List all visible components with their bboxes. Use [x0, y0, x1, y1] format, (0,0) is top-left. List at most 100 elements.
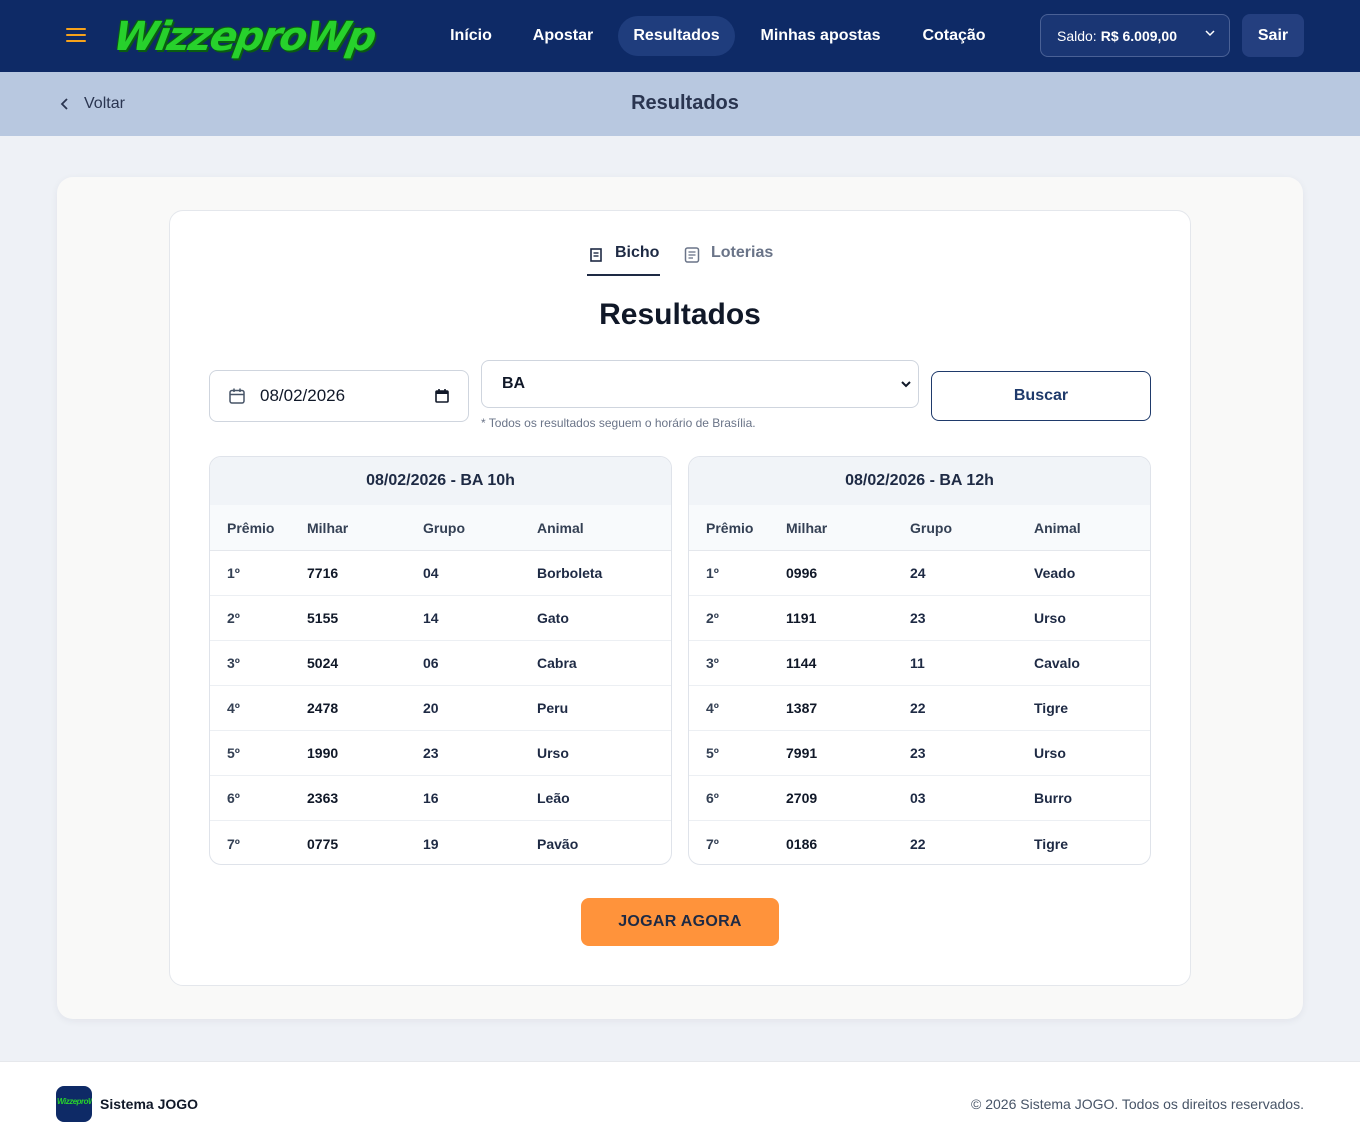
premio-cell: 6º [706, 790, 719, 806]
animal-cell: Urso [1034, 610, 1066, 626]
state-select[interactable]: BA [481, 360, 919, 408]
milhar-cell: 0996 [786, 565, 818, 581]
milhar-cell: 1990 [307, 745, 339, 761]
table-row: 2º 5155 14 Gato [210, 596, 671, 641]
milhar-cell: 1387 [786, 700, 818, 716]
logo-text: WizzeproWp [109, 14, 379, 60]
result-rows: 1º 0996 24 Veado 2º 1191 23 Urso 3º 1144 11 Cavalo 4… [689, 551, 1150, 864]
premio-cell: 1º [227, 565, 240, 581]
result-table-2: 08/02/2026 - BA 12h Prêmio Milhar Grupo … [688, 456, 1151, 865]
receipt-icon [590, 248, 602, 262]
table-row: 7º 0775 19 Pavão [210, 821, 671, 864]
table-row: 7º 0186 22 Tigre [689, 821, 1150, 864]
calendar-icon [229, 388, 245, 404]
table-row: 3º 5024 06 Cabra [210, 641, 671, 686]
grupo-cell: 11 [910, 655, 925, 671]
animal-cell: Gato [537, 610, 569, 626]
page-title: Resultados [599, 298, 761, 331]
grupo-cell: 06 [423, 655, 439, 671]
grupo-cell: 23 [910, 745, 926, 761]
play-now-button[interactable]: JOGAR AGORA [581, 898, 779, 946]
premio-cell: 3º [706, 655, 719, 671]
balance-label: Saldo: [1057, 27, 1097, 44]
milhar-cell: 0186 [786, 835, 818, 852]
table-row: 2º 1191 23 Urso [689, 596, 1150, 641]
animal-cell: Cavalo [1034, 655, 1080, 671]
search-button[interactable]: Buscar [931, 371, 1151, 421]
premio-cell: 5º [227, 745, 240, 761]
table-row: 5º 1990 23 Urso [210, 731, 671, 776]
milhar-cell: 2363 [307, 790, 339, 806]
grupo-cell: 23 [423, 745, 439, 761]
animal-cell: Veado [1034, 565, 1076, 581]
premio-cell: 4º [706, 700, 719, 716]
milhar-cell: 5024 [307, 655, 339, 671]
footer-logo-text: WizzeproWp [57, 1097, 92, 1106]
premio-cell: 1º [706, 565, 719, 581]
brand-logo[interactable]: WizzeproWp [110, 8, 386, 66]
premio-cell: 6º [227, 790, 240, 806]
animal-cell: Tigre [1034, 700, 1068, 716]
grupo-cell: 22 [910, 835, 926, 852]
date-value: 08/02/2026 [260, 386, 346, 405]
grupo-cell: 14 [423, 610, 439, 626]
grupo-cell: 19 [423, 835, 439, 852]
col-milhar: Milhar [307, 519, 349, 536]
table-header-row: Prêmio Milhar Grupo Animal [689, 505, 1150, 551]
result-rows: 1º 7716 04 Borboleta 2º 5155 14 Gato 3º 5024 06 Cab… [210, 551, 671, 864]
premio-cell: 7º [227, 835, 240, 852]
nav-apostar[interactable]: Apostar [520, 16, 606, 56]
premio-cell: 2º [706, 610, 719, 626]
calendar-picker-icon[interactable] [434, 388, 450, 404]
animal-cell: Urso [537, 745, 569, 761]
top-navbar: WizzeproWp Início Apostar Resultados Min… [0, 0, 1360, 72]
table-row: 4º 1387 22 Tigre [689, 686, 1150, 731]
grupo-cell: 24 [910, 565, 926, 581]
date-field[interactable]: 08/02/2026 [209, 370, 469, 422]
milhar-cell: 2478 [307, 700, 339, 716]
grupo-cell: 20 [423, 700, 439, 716]
grupo-cell: 16 [423, 790, 439, 806]
menu-icon[interactable] [66, 28, 86, 44]
milhar-cell: 0775 [307, 835, 339, 852]
grupo-cell: 23 [910, 610, 926, 626]
milhar-cell: 1191 [786, 610, 817, 626]
table-row: 1º 0996 24 Veado [689, 551, 1150, 596]
grupo-cell: 03 [910, 790, 926, 806]
col-milhar: Milhar [786, 519, 828, 536]
result-table-title: 08/02/2026 - BA 12h [689, 457, 1150, 505]
col-premio: Prêmio [227, 519, 275, 536]
table-row: 1º 7716 04 Borboleta [210, 551, 671, 596]
nav-inicio[interactable]: Início [436, 16, 506, 56]
logout-button[interactable]: Sair [1242, 14, 1304, 57]
milhar-cell: 7716 [307, 565, 339, 581]
premio-cell: 7º [706, 835, 719, 852]
state-select-value: BA [502, 375, 526, 392]
col-animal: Animal [537, 519, 584, 536]
balance-dropdown[interactable]: Saldo: R$ 6.009,00 [1040, 14, 1230, 57]
footer: WizzeproWp Sistema JOGO © 2026 Sistema J… [0, 1061, 1360, 1145]
chevron-down-icon [1205, 30, 1215, 37]
premio-cell: 2º [227, 610, 240, 626]
premio-cell: 5º [706, 745, 719, 761]
tab-loterias[interactable]: Loterias [683, 244, 775, 276]
animal-cell: Pavão [537, 835, 579, 852]
table-row: 6º 2709 03 Burro [689, 776, 1150, 821]
table-row: 5º 7991 23 Urso [689, 731, 1150, 776]
grupo-cell: 22 [910, 700, 926, 716]
balance-value: R$ 6.009,00 [1100, 27, 1177, 44]
result-table-1: 08/02/2026 - BA 10h Prêmio Milhar Grupo … [209, 456, 672, 865]
subheader-title: Resultados [631, 92, 739, 114]
milhar-cell: 2709 [786, 790, 818, 806]
milhar-cell: 1144 [786, 655, 817, 671]
animal-cell: Urso [1034, 745, 1066, 761]
nav-cotacao[interactable]: Cotação [906, 16, 1002, 56]
table-row: 6º 2363 16 Leão [210, 776, 671, 821]
page-subheader: Voltar Resultados [0, 72, 1360, 136]
footer-copyright: © 2026 Sistema JOGO. Todos os direitos r… [971, 1096, 1304, 1112]
grupo-cell: 04 [423, 565, 439, 581]
nav-resultados[interactable]: Resultados [618, 16, 735, 56]
nav-minhas-apostas[interactable]: Minhas apostas [748, 16, 893, 56]
tab-bicho[interactable]: Bicho [587, 244, 660, 276]
milhar-cell: 5155 [307, 610, 339, 626]
